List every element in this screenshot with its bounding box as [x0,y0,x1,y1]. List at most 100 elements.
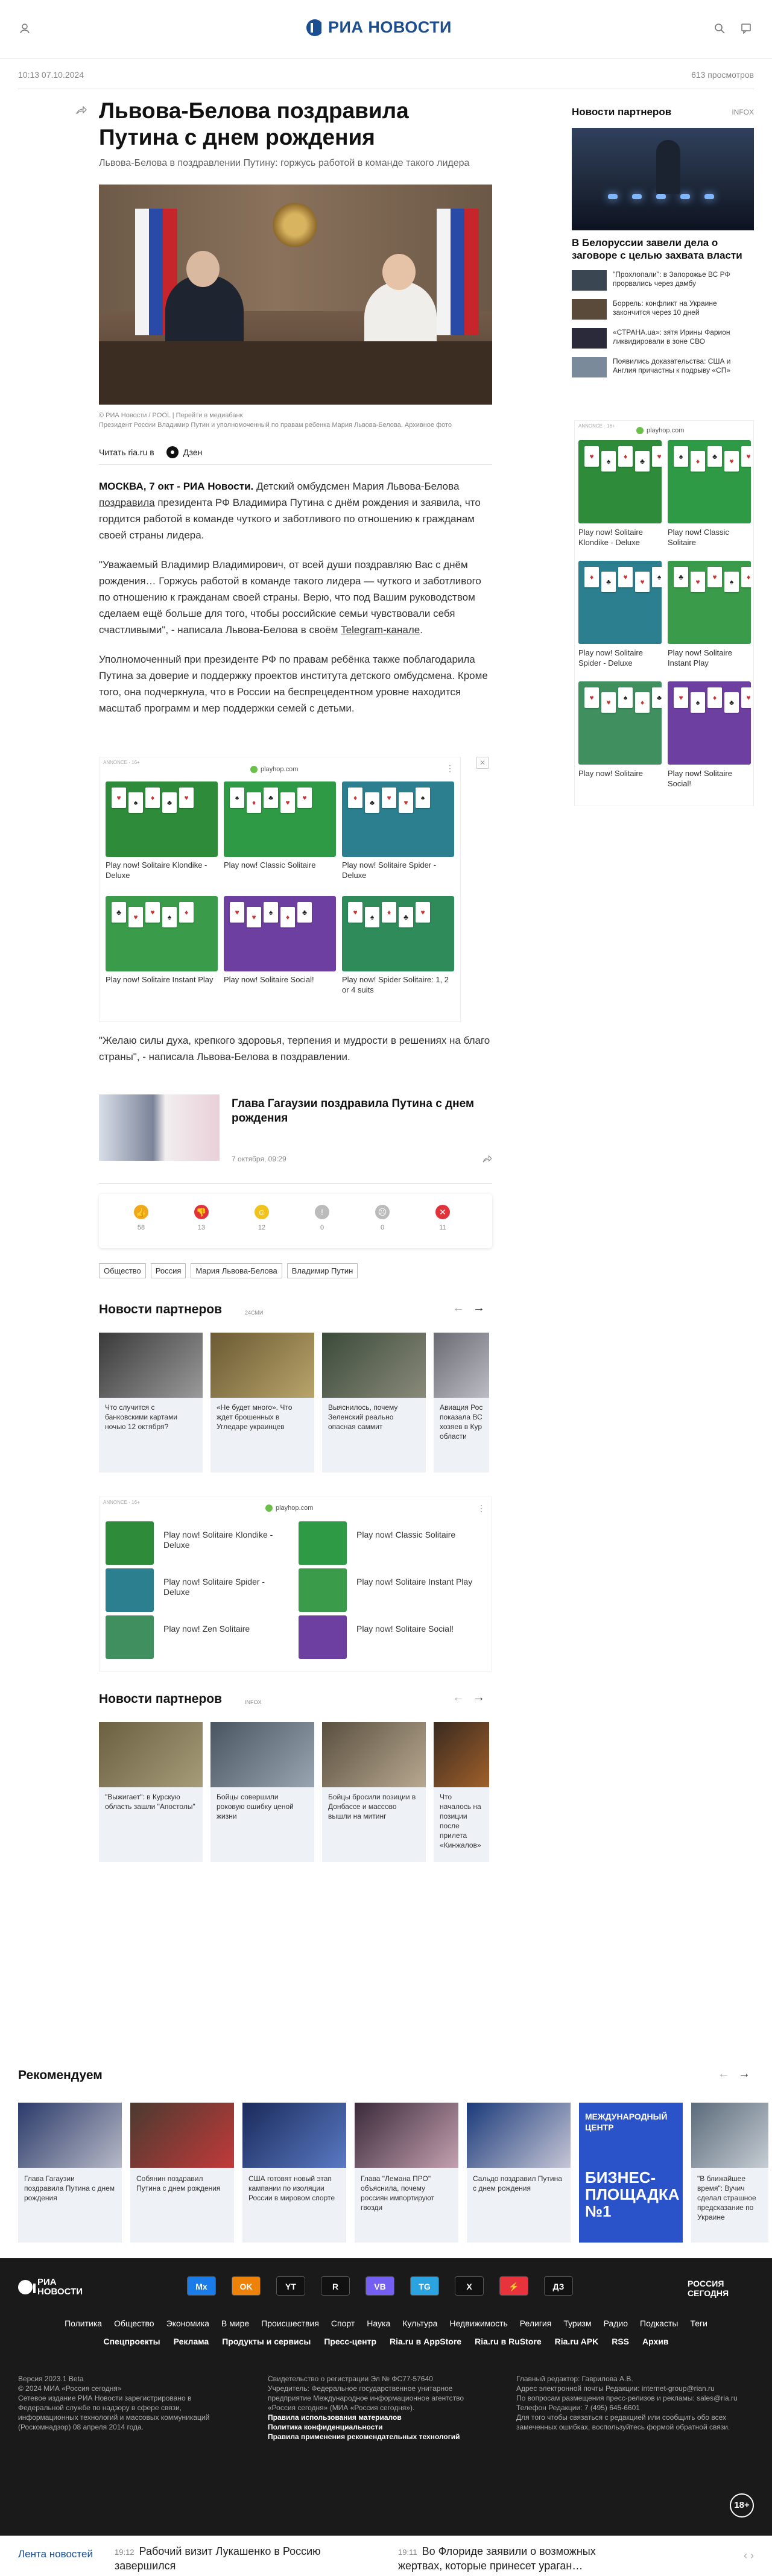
telegram-link[interactable]: Telegram-канале [341,624,420,636]
congratulated-link[interactable]: поздравила [99,497,155,508]
tag[interactable]: Мария Львова-Белова [191,1263,282,1278]
game-thumbnail[interactable]: ♠ ♦ ♣ ♥ ♥ [668,440,751,523]
footer-nav-item[interactable]: Происшествия [261,2319,319,2328]
partner-card[interactable]: Бойцы бросили позиции в Донбассе и массо… [322,1722,426,1862]
arrow-left-icon[interactable]: ← [718,2067,738,2080]
sidebar-news-text[interactable]: Боррель: конфликт на Украине закончится … [613,299,754,317]
card-title[interactable]: Сальдо поздравил Путина с днем рождения [467,2168,571,2199]
card-title[interactable]: Что началось на позиции после прилета «К… [434,1787,489,1850]
footer-nav-item[interactable]: Пресс-центр [324,2337,376,2346]
footer-nav-item[interactable]: В мире [221,2319,249,2328]
youtube-icon[interactable]: YT [276,2276,305,2296]
game-name[interactable]: Play now! Solitaire Instant Play [356,1577,483,1587]
footer-link[interactable]: Правила применения рекомендательных техн… [268,2432,460,2441]
user-icon[interactable] [18,23,31,36]
game-thumbnail[interactable] [299,1521,347,1565]
sidebar-news-text[interactable]: Появились доказательства: США и Англия п… [613,357,754,375]
game-name[interactable]: Play now! Solitaire Spider - Deluxe [342,860,454,880]
arrow-right-icon[interactable]: → [738,2067,759,2080]
game-thumbnail[interactable] [299,1615,347,1659]
recommend-card[interactable]: Глава "Лемана ПРО" объяснила, почему рос… [355,2103,458,2243]
x-icon[interactable]: X [455,2276,484,2296]
arrow-right-icon[interactable]: → [473,1691,493,1704]
partner-card[interactable]: Авиация Рос показала ВС хозяев в Кур обл… [434,1333,489,1473]
game-name[interactable]: Play now! Solitaire Klondike - Deluxe [578,527,662,548]
card-title[interactable]: Бойцы бросили позиции в Донбассе и массо… [322,1787,426,1821]
game-thumbnail[interactable]: ♥ ♥ ♠ ♦ ♣ [578,681,662,765]
footer-logo[interactable]: РИА НОВОСТИ [18,2278,83,2297]
footer-nav-item[interactable]: Политика [65,2319,102,2328]
footer-nav-item[interactable]: Культура [402,2319,437,2328]
max-icon[interactable]: Mx [187,2276,216,2296]
share-icon[interactable] [76,106,87,118]
ad-close-icon[interactable]: ✕ [476,757,489,769]
game-thumbnail[interactable]: ♠ ♦ ♣ ♥ ♥ [224,781,336,857]
feed-item[interactable]: 19:11 Во Флориде заявили о возможных жерт… [398,2545,627,2572]
game-name[interactable]: Play now! Solitaire Social! [668,768,751,789]
game-name[interactable]: Play now! Solitaire Klondike - Deluxe [163,1530,290,1550]
partner-logo[interactable]: РОССИЯ СЕГОДНЯ [688,2279,754,2298]
card-title[interactable]: Глава Гагаузии поздравила Путина с днем … [18,2168,122,2209]
game-thumbnail[interactable]: ♦ ♣ ♥ ♥ ♠ [578,561,662,644]
reaction-button[interactable]: ! 0 [304,1205,340,1231]
game-name[interactable]: Play now! Solitaire Instant Play [106,974,218,985]
related-title[interactable]: Глава Гагаузии поздравила Путина с днем … [232,1097,485,1126]
feed-label[interactable]: Лента новостей [18,2548,93,2560]
game-thumbnail[interactable]: ♥ ♠ ♦ ♣ ♥ [342,896,454,971]
footer-nav-item[interactable]: Наука [367,2319,390,2328]
game-name[interactable]: Play now! Solitaire Instant Play [668,648,751,668]
card-title[interactable]: "В ближайшее время": Вучич сделал страшн… [691,2168,768,2228]
chat-icon[interactable] [739,23,753,36]
sidebar-news-text[interactable]: "Прохлопали": в Запорожье ВС РФ прорвали… [613,270,754,288]
game-thumbnail[interactable]: ♥ ♥ ♠ ♦ ♣ [224,896,336,971]
dzen-icon[interactable]: ДЗ [544,2276,573,2296]
inline-ad[interactable]: ANNONCE · 16+ playhop.com ⋮ ♥ ♠ ♦ ♣ ♥ Play no… [99,757,461,1022]
card-title[interactable]: "Выжигает": в Курскую область зашли "Апо… [99,1787,203,1811]
footer-nav-item[interactable]: Теги [690,2319,707,2328]
dzen-label[interactable]: Дзен [183,447,203,457]
game-thumbnail[interactable]: ♦ ♣ ♥ ♥ ♠ [342,781,454,857]
footer-nav-item[interactable]: Экономика [166,2319,209,2328]
game-name[interactable]: Play now! Solitaire Klondike - Deluxe [106,860,218,880]
footer-link[interactable]: Правила использования материалов [268,2413,402,2422]
sidebar-main-title[interactable]: В Белоруссии завели дела о заговоре с це… [572,236,754,262]
partner-card[interactable]: "Выжигает": в Курскую область зашли "Апо… [99,1722,203,1862]
footer-nav-item[interactable]: Продукты и сервисы [222,2337,311,2346]
partner-card[interactable]: «Не будет много». Что ждет брошенных в У… [210,1333,314,1473]
reaction-button[interactable]: 👎 13 [183,1205,220,1231]
search-icon[interactable] [713,23,726,36]
footer-nav-item[interactable]: Туризм [563,2319,591,2328]
footer-nav-item[interactable]: Ria.ru в AppStore [390,2337,461,2346]
recommend-card[interactable]: Глава Гагаузии поздравила Путина с днем … [18,2103,122,2243]
ad-menu-icon[interactable]: ⋮ [477,1503,486,1514]
read-in-dzen-bar[interactable]: Читать ria.ru в Дзен [99,443,492,465]
ad-host[interactable]: playhop.com [265,1504,313,1512]
rutube-icon[interactable]: R [321,2276,350,2296]
game-name[interactable]: Play now! Zen Solitaire [163,1624,290,1634]
tag[interactable]: Россия [150,1263,186,1278]
game-thumbnail[interactable]: ♣ ♥ ♥ ♠ ♦ [668,561,751,644]
photo-credit[interactable]: © РИА Новости / POOL | Перейти в медиаба… [99,411,492,420]
reaction-button[interactable]: ✕ 11 [425,1205,461,1231]
footer-nav-item[interactable]: Общество [114,2319,154,2328]
arrow-left-icon[interactable]: ← [452,1301,473,1315]
tag[interactable]: Общество [99,1263,146,1278]
telegram-icon[interactable]: TG [410,2276,439,2296]
card-title[interactable]: Авиация Рос показала ВС хозяев в Кур обл… [434,1398,489,1441]
game-thumbnail[interactable] [106,1568,154,1612]
footer-nav-item[interactable]: Спецпроекты [103,2337,160,2346]
sidebar-main-image[interactable] [572,128,754,230]
footer-nav-item[interactable]: Религия [520,2319,552,2328]
card-title[interactable]: Собянин поздравил Путина с днем рождения [130,2168,234,2199]
footer-nav-item[interactable]: Реклама [174,2337,209,2346]
related-article[interactable]: Глава Гагаузии поздравила Путина с днем … [99,1094,492,1184]
game-name[interactable]: Play now! Solitaire Social! [224,974,336,985]
feed-prev-icon[interactable]: ‹ [744,2549,747,2562]
viber-icon[interactable]: VB [365,2276,394,2296]
footer-link[interactable]: Политика конфиденциальности [268,2423,383,2431]
game-name[interactable]: Play now! Solitaire Spider - Deluxe [163,1577,290,1597]
article-photo[interactable] [99,185,492,405]
game-name[interactable]: Play now! Classic Solitaire [668,527,751,548]
game-name[interactable]: Play now! Classic Solitaire [224,860,336,870]
card-title[interactable]: Выяснилось, почему Зеленский реально опа… [322,1398,426,1432]
